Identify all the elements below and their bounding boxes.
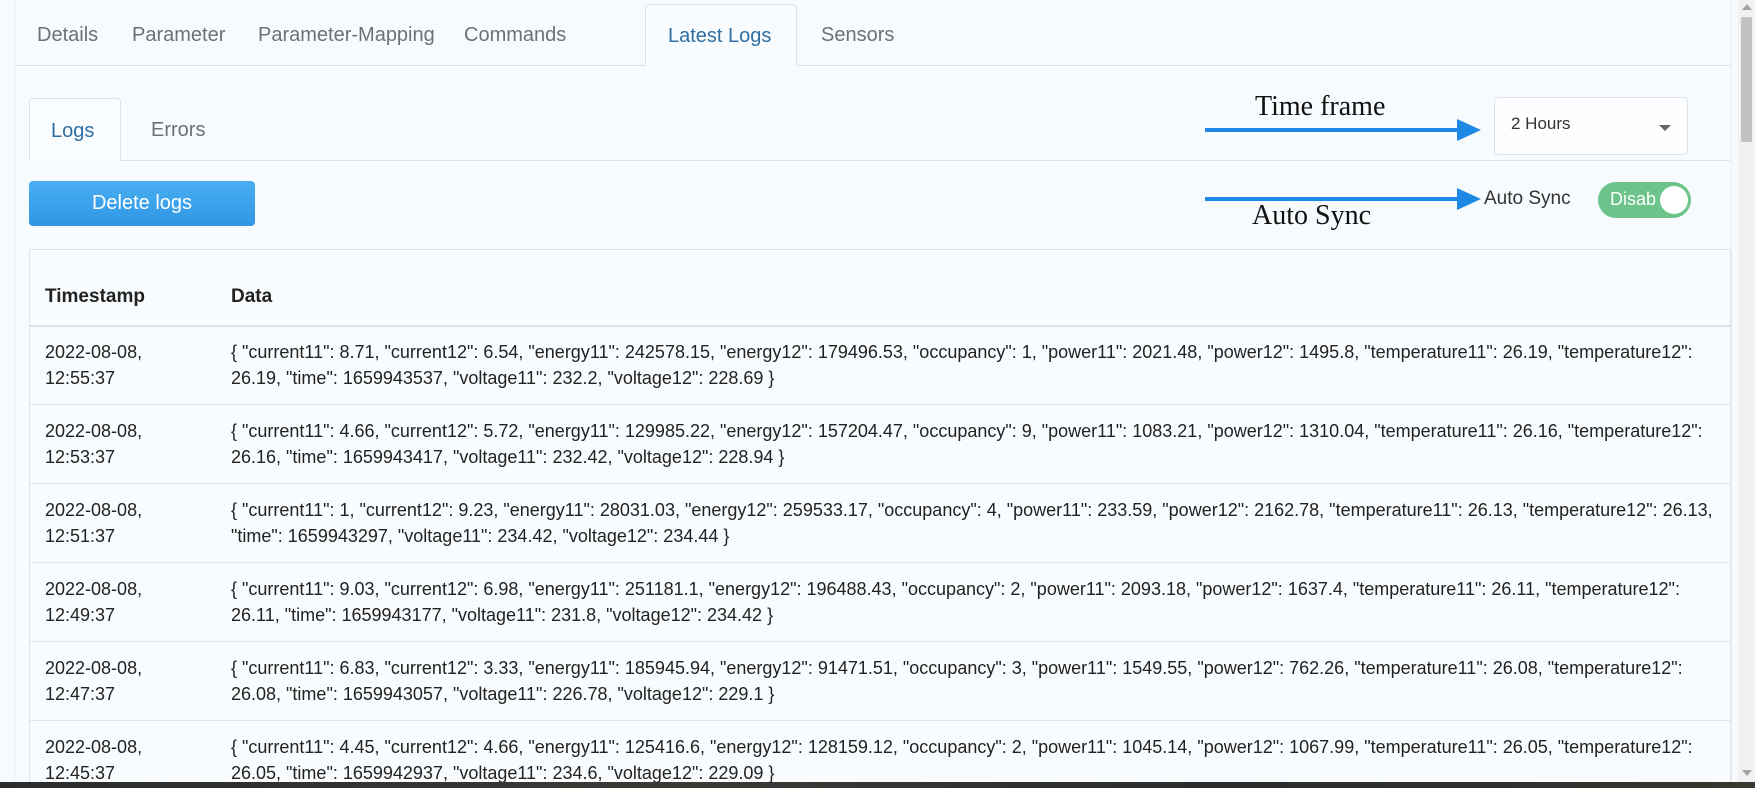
tab-latest-logs[interactable]: Latest Logs	[645, 4, 797, 66]
toggle-knob	[1660, 186, 1688, 214]
auto-sync-toggle[interactable]: Disab	[1598, 182, 1691, 218]
column-header-timestamp: Timestamp	[45, 286, 145, 307]
tab-errors[interactable]: Errors	[130, 98, 226, 160]
timestamp-cell: 2022-08-08, 12:47:37	[45, 655, 205, 707]
time-frame-select[interactable]: 2 Hours	[1494, 97, 1688, 155]
table-row: 2022-08-08, 12:51:37 { "current11": 1, "…	[30, 483, 1730, 563]
time-frame-value: 2 Hours	[1511, 114, 1571, 133]
auto-sync-annotation: Auto Sync	[1252, 200, 1371, 231]
tab-sensors[interactable]: Sensors	[799, 4, 916, 65]
auto-sync-label: Auto Sync	[1484, 188, 1571, 209]
auto-sync-toggle-text: Disab	[1610, 189, 1657, 209]
chevron-down-icon	[1659, 125, 1671, 131]
data-cell: { "current11": 1, "current12": 9.23, "en…	[231, 500, 1713, 546]
timestamp-time: 12:55:37	[45, 368, 116, 388]
data-cell: { "current11": 9.03, "current12": 6.98, …	[231, 579, 1680, 625]
scroll-down-icon[interactable]	[1742, 770, 1752, 776]
timestamp-cell: 2022-08-08, 12:45:37	[45, 734, 205, 786]
top-tab-bar: Details Parameter Parameter-Mapping Comm…	[15, 4, 1731, 66]
timestamp-time: 12:47:37	[45, 684, 116, 704]
tab-details[interactable]: Details	[15, 4, 120, 65]
timestamp-cell: 2022-08-08, 12:55:37	[45, 339, 205, 391]
tab-logs[interactable]: Logs	[29, 98, 121, 161]
table-header: Timestamp Data	[30, 250, 1730, 327]
scroll-up-icon[interactable]	[1742, 4, 1752, 10]
timestamp-date: 2022-08-08,	[45, 737, 143, 757]
data-cell: { "current11": 8.71, "current12": 6.54, …	[231, 342, 1693, 388]
delete-logs-button[interactable]: Delete logs	[29, 181, 255, 226]
timestamp-date: 2022-08-08,	[45, 342, 143, 362]
data-cell: { "current11": 4.66, "current12": 5.72, …	[231, 421, 1703, 467]
timestamp-date: 2022-08-08,	[45, 658, 143, 678]
data-cell: { "current11": 4.45, "current12": 4.66, …	[231, 737, 1693, 783]
taskbar-edge	[0, 782, 1755, 788]
scroll-thumb[interactable]	[1741, 17, 1752, 142]
data-cell: { "current11": 6.83, "current12": 3.33, …	[231, 658, 1683, 704]
page: Details Parameter Parameter-Mapping Comm…	[0, 0, 1755, 788]
timestamp-time: 12:51:37	[45, 526, 116, 546]
device-panel: Details Parameter Parameter-Mapping Comm…	[14, 0, 1732, 788]
timestamp-date: 2022-08-08,	[45, 421, 143, 441]
logs-table: Timestamp Data 2022-08-08, 12:55:37 { "c…	[29, 249, 1731, 788]
table-row: 2022-08-08, 12:53:37 { "current11": 4.66…	[30, 404, 1730, 484]
table-row: 2022-08-08, 12:45:37 { "current11": 4.45…	[30, 720, 1730, 788]
page-scrollbar[interactable]	[1738, 0, 1755, 788]
timestamp-cell: 2022-08-08, 12:53:37	[45, 418, 205, 470]
column-header-data: Data	[231, 286, 273, 307]
time-frame-arrow-icon	[1205, 119, 1481, 141]
timestamp-cell: 2022-08-08, 12:49:37	[45, 576, 205, 628]
tab-parameter-mapping[interactable]: Parameter-Mapping	[236, 4, 457, 65]
timestamp-date: 2022-08-08,	[45, 500, 143, 520]
table-row: 2022-08-08, 12:55:37 { "current11": 8.71…	[30, 325, 1730, 405]
timestamp-cell: 2022-08-08, 12:51:37	[45, 497, 205, 549]
table-row: 2022-08-08, 12:49:37 { "current11": 9.03…	[30, 562, 1730, 642]
timestamp-time: 12:49:37	[45, 605, 116, 625]
timestamp-date: 2022-08-08,	[45, 579, 143, 599]
timestamp-time: 12:53:37	[45, 447, 116, 467]
tab-commands[interactable]: Commands	[442, 4, 588, 65]
table-row: 2022-08-08, 12:47:37 { "current11": 6.83…	[30, 641, 1730, 721]
tab-parameter[interactable]: Parameter	[110, 4, 247, 65]
